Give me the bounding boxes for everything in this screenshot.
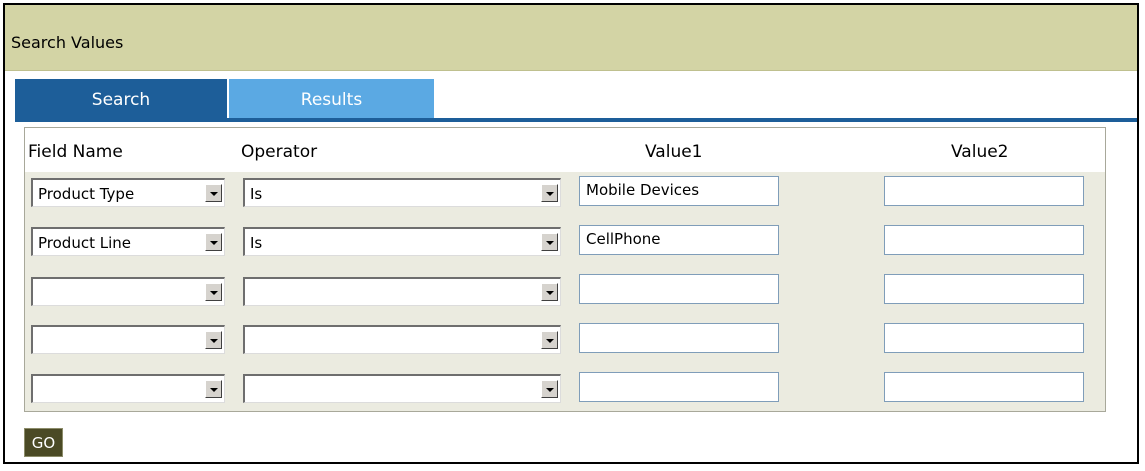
chevron-down-icon[interactable]: [205, 184, 222, 202]
operator-select[interactable]: [243, 277, 561, 306]
value2-field[interactable]: [885, 177, 1087, 203]
field-name-value: Product Line: [38, 234, 131, 252]
field-name-select[interactable]: [31, 325, 225, 354]
field-name-value: Product Type: [38, 185, 135, 203]
value1-field[interactable]: [580, 373, 782, 399]
tab-underline: [15, 118, 1137, 122]
value1-header: Value1: [645, 142, 703, 162]
operator-header: Operator: [241, 142, 318, 162]
chevron-down-icon[interactable]: [541, 233, 558, 251]
chevron-down-icon[interactable]: [541, 380, 558, 398]
value2-input[interactable]: [884, 176, 1087, 206]
value1-input[interactable]: [579, 176, 782, 206]
chevron-down-icon[interactable]: [205, 380, 222, 398]
go-button[interactable]: GO: [24, 428, 63, 457]
operator-value: Is: [250, 185, 263, 203]
value1-field[interactable]: [580, 177, 782, 203]
operator-select[interactable]: Is: [243, 178, 561, 207]
chevron-down-icon[interactable]: [541, 184, 558, 202]
value2-input[interactable]: [884, 372, 1087, 402]
value2-input[interactable]: [884, 323, 1087, 353]
operator-value: Is: [250, 234, 263, 252]
field-name-select[interactable]: [31, 277, 225, 306]
tab-search[interactable]: Search: [15, 79, 227, 119]
operator-select[interactable]: Is: [243, 227, 561, 256]
chevron-down-icon[interactable]: [205, 283, 222, 301]
search-values-window: Search Values Search Results Field Name …: [3, 3, 1139, 464]
chevron-down-icon[interactable]: [205, 233, 222, 251]
value2-field[interactable]: [885, 275, 1087, 301]
value1-field[interactable]: [580, 275, 782, 301]
value1-input[interactable]: [579, 323, 782, 353]
table-header: Field Name Operator Value1 Value2: [25, 128, 1105, 172]
value1-input[interactable]: [579, 274, 782, 304]
chevron-down-icon[interactable]: [541, 331, 558, 349]
field-name-select[interactable]: Product Line: [31, 227, 225, 256]
field-name-select[interactable]: [31, 374, 225, 403]
operator-select[interactable]: [243, 325, 561, 354]
value1-field[interactable]: [580, 226, 782, 252]
value2-field[interactable]: [885, 226, 1087, 252]
value2-input[interactable]: [884, 274, 1087, 304]
title-bar: Search Values: [5, 5, 1137, 71]
value2-header: Value2: [951, 142, 1009, 162]
chevron-down-icon[interactable]: [541, 283, 558, 301]
field-name-select[interactable]: Product Type: [31, 178, 225, 207]
chevron-down-icon[interactable]: [205, 331, 222, 349]
field-name-header: Field Name: [28, 142, 123, 162]
search-criteria-panel: Field Name Operator Value1 Value2 Produc…: [24, 127, 1106, 412]
value2-input[interactable]: [884, 225, 1087, 255]
tab-results[interactable]: Results: [229, 79, 434, 119]
operator-select[interactable]: [243, 374, 561, 403]
value2-field[interactable]: [885, 324, 1087, 350]
value1-input[interactable]: [579, 372, 782, 402]
value1-field[interactable]: [580, 324, 782, 350]
window-title: Search Values: [11, 33, 124, 52]
value2-field[interactable]: [885, 373, 1087, 399]
value1-input[interactable]: [579, 225, 782, 255]
